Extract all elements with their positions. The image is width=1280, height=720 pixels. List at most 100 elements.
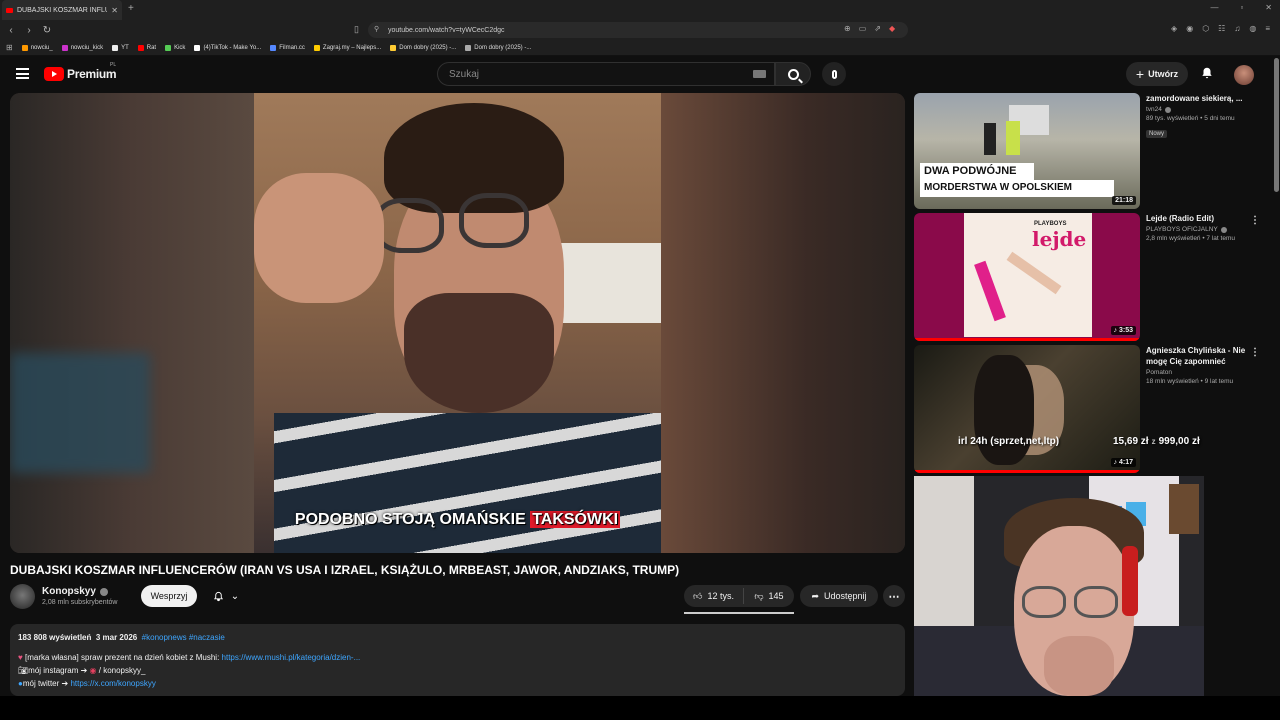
cast-icon[interactable]: ▭ [859, 24, 867, 33]
voice-search-button[interactable] [822, 62, 846, 86]
bookmark-item[interactable]: nowciu_ [21, 44, 53, 51]
twitter-link[interactable]: https://x.com/konopskyy [70, 679, 155, 688]
like-button[interactable]: 👍︎ 12 tys. [684, 588, 744, 604]
shield-icon[interactable]: ◆ [889, 24, 895, 33]
car-window [554, 243, 661, 323]
recommendation-title[interactable]: Lejde (Radio Edit) [1146, 213, 1258, 224]
recommendation-item[interactable]: PLAYBOYS lejde ♪ 3:53 Lejde (Radio Edit)… [914, 213, 1276, 341]
instagram-icon: ◉ [89, 666, 97, 675]
recommendation-channel[interactable]: PLAYBOYS OFICJALNY [1146, 226, 1218, 233]
notification-settings-button[interactable]: ⌄ [203, 585, 249, 607]
description-text: mój twitter ➔ [22, 679, 71, 688]
more-actions-button[interactable]: ⋯ [883, 585, 905, 607]
bookmark-item[interactable]: Zagraj.my – Najleps... [313, 44, 381, 51]
recommendation-channel[interactable]: tvn24 [1146, 106, 1162, 113]
recommendation-info[interactable]: Lejde (Radio Edit) PLAYBOYS OFICJALNY 2,… [1146, 213, 1258, 242]
thumbnail-text: MORDERSTWA W OPOLSKIEM [920, 180, 1114, 197]
more-options-icon[interactable]: ⋮ [1250, 347, 1260, 358]
support-button[interactable]: Wesprzyj [141, 585, 197, 607]
create-label: Utwórz [1148, 69, 1179, 79]
recommendation-thumbnail[interactable]: PLAYBOYS lejde ♪ 3:53 [914, 213, 1140, 341]
recommendation-info[interactable]: zamordowane siekierą, ... tvn24 89 tys. … [1146, 93, 1258, 140]
thumbnail-text: DWA PODWÓJNE [920, 163, 1034, 180]
extension-icon[interactable]: ☷ [1218, 24, 1225, 33]
maximize-icon[interactable]: ▫ [1240, 3, 1243, 12]
glasses-lens [1074, 586, 1118, 618]
plus-icon: + [1135, 66, 1145, 82]
bookmark-item[interactable]: Rat [137, 44, 156, 51]
extension-icon[interactable]: ◈ [1171, 24, 1177, 33]
hamburger-menu-icon[interactable] [16, 68, 29, 79]
recommendation-item[interactable]: ♪ 4:17 Agnieszka Chylińska - Nie mogę Ci… [914, 345, 1276, 473]
apps-icon[interactable]: ⊞ [6, 43, 13, 52]
hashtags[interactable]: #konopnews #naczasie [142, 633, 225, 642]
recommendation-title[interactable]: Agnieszka Chylińska - Nie mogę Cię zapom… [1146, 345, 1258, 367]
caption-highlight: TAKSÓWKI [530, 511, 621, 528]
address-bar-row: ‹ › ↻ ▯ ⚲ youtube.com/watch?v=tyWCecC2dg… [0, 20, 1280, 40]
bookmark-item[interactable]: Kick [165, 44, 185, 51]
youtube-logo[interactable]: Premium PL [44, 62, 117, 81]
donation-goal-label: irl 24h (sprzet,net,ltp) [958, 436, 1060, 447]
wall-picture [1169, 484, 1199, 534]
more-options-icon[interactable]: ⋮ [1250, 215, 1260, 226]
bookmark-item[interactable]: Filman.cc [270, 44, 305, 51]
share-icon: ➦ [811, 590, 819, 601]
bookmark-item[interactable]: (4)TikTok - Make Yo... [194, 44, 261, 51]
person-beard [404, 293, 554, 413]
bookmark-item[interactable]: Dom dobry (2025) -... [390, 44, 456, 51]
reload-icon[interactable]: ↻ [40, 25, 54, 36]
menu-icon[interactable]: ≡ [1265, 24, 1270, 33]
address-bar[interactable]: ⚲ youtube.com/watch?v=tyWCecC2dgc [368, 22, 908, 38]
bookmark-item[interactable]: Dom dobry (2025) -... [465, 44, 531, 51]
recommendation-item[interactable]: DWA PODWÓJNE MORDERSTWA W OPOLSKIEM 21:1… [914, 93, 1276, 209]
description-box[interactable]: 183 808 wyświetleń 3 mar 2026 #konopnews… [10, 624, 905, 696]
recommendation-channel[interactable]: Pomaton [1146, 369, 1172, 376]
donation-target: 999,00 zł [1158, 436, 1200, 447]
zoom-icon[interactable]: ⊕ [844, 24, 851, 33]
search-input[interactable]: Szukaj [437, 62, 775, 86]
create-button[interactable]: + Utwórz [1126, 62, 1188, 86]
singer-hair [974, 355, 1034, 465]
channel-name[interactable]: Konopskyy [42, 586, 96, 597]
music-icon[interactable]: ♫ [1234, 24, 1240, 33]
recommendation-info[interactable]: Agnieszka Chylińska - Nie mogę Cię zapom… [1146, 345, 1258, 385]
minimize-icon[interactable]: — [1210, 3, 1218, 12]
description-text: [marka własna] spraw prezent na dzień ko… [24, 653, 222, 662]
extension-icon[interactable]: ◉ [1186, 24, 1193, 33]
close-window-icon[interactable]: ✕ [1265, 3, 1272, 12]
instagram-link[interactable]: / konopskyy_ [99, 666, 146, 675]
notifications-bell-icon[interactable] [1200, 66, 1214, 80]
back-icon[interactable]: ‹ [4, 25, 18, 36]
recommendation-thumbnail[interactable]: ♪ 4:17 [914, 345, 1140, 473]
recommendation-title[interactable]: zamordowane siekierą, ... [1146, 93, 1258, 104]
search-button[interactable] [775, 62, 811, 86]
glasses-lens [459, 193, 529, 248]
close-tab-icon[interactable]: ✕ [111, 6, 118, 15]
keyboard-icon[interactable] [753, 70, 766, 78]
recommendation-channel-row[interactable]: Pomaton [1146, 369, 1258, 376]
channel-name-row[interactable]: Konopskyy [42, 586, 108, 597]
browser-tab[interactable]: DUBAJSKI KOSZMAR INFLUE ✕ [2, 0, 122, 20]
channel-avatar[interactable] [10, 584, 35, 609]
dislike-button[interactable]: 👎︎ 145 [744, 591, 794, 602]
bookmark-icon[interactable]: ▯ [354, 24, 359, 35]
site-info-icon[interactable]: ⚲ [374, 25, 379, 33]
recommendation-channel-row[interactable]: PLAYBOYS OFICJALNY [1146, 226, 1258, 233]
donation-current: 15,69 zł [1113, 436, 1149, 447]
share-button[interactable]: ➦ Udostępnij [800, 585, 878, 607]
bookmark-item[interactable]: YT [112, 44, 129, 51]
bookmark-item[interactable]: nowciu_kick [61, 44, 103, 51]
wallet-icon[interactable]: ◍ [1249, 24, 1256, 33]
account-avatar[interactable] [1234, 65, 1254, 85]
share-page-icon[interactable]: ⇗ [874, 24, 881, 33]
video-player[interactable]: PODOBNO STOJĄ OMAŃSKIE TAKSÓWKI [10, 93, 905, 553]
chevron-down-icon: ⌄ [230, 590, 240, 602]
mushi-link[interactable]: https://www.mushi.pl/kategoria/dzien-... [222, 653, 361, 662]
extension-icon[interactable]: ⬡ [1202, 24, 1209, 33]
recommendation-channel-row[interactable]: tvn24 [1146, 106, 1258, 113]
recommendation-thumbnail[interactable]: DWA PODWÓJNE MORDERSTWA W OPOLSKIEM 21:1… [914, 93, 1140, 209]
glasses-lens [1022, 586, 1066, 618]
new-tab-icon[interactable]: + [128, 3, 134, 14]
album-cover: PLAYBOYS lejde [964, 213, 1092, 337]
forward-icon[interactable]: › [22, 25, 36, 36]
